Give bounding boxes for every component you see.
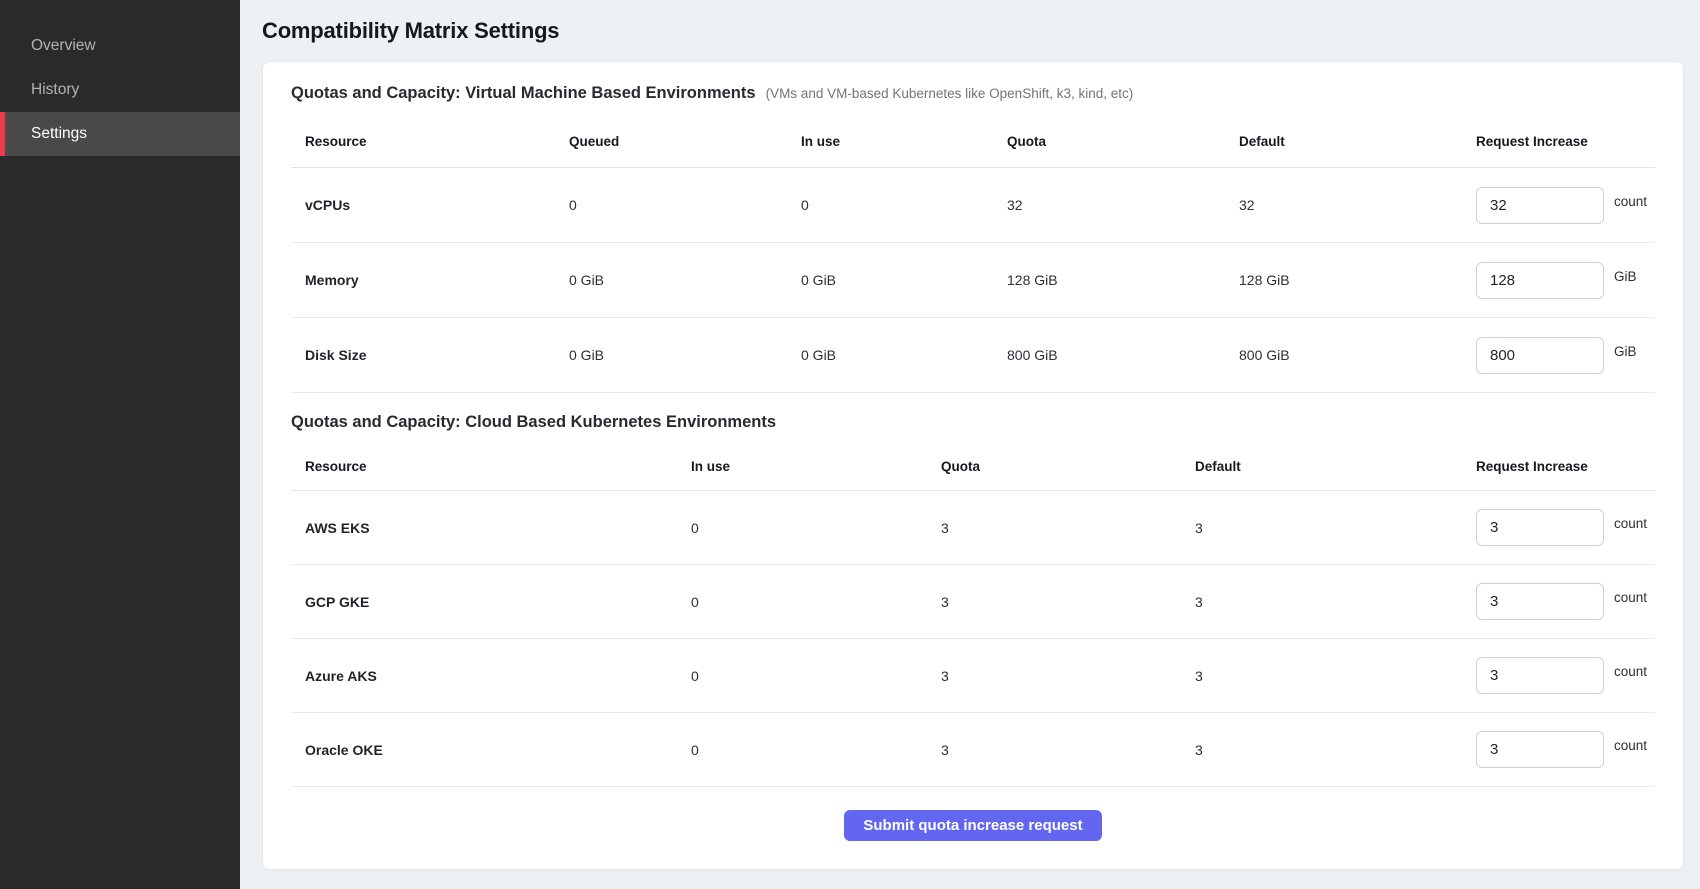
column-header-in-use: In use: [691, 459, 941, 474]
vm-section-title: Quotas and Capacity: Virtual Machine Bas…: [291, 84, 756, 103]
unit-label: count: [1614, 194, 1647, 209]
vm-section-header: Quotas and Capacity: Virtual Machine Bas…: [291, 84, 1655, 106]
resource-cell: Azure AKS: [291, 668, 691, 684]
column-header-default: Default: [1239, 134, 1476, 149]
queued-cell: 0: [569, 197, 801, 213]
default-cell: 32: [1239, 197, 1476, 213]
unit-label: count: [1614, 738, 1647, 753]
gcp-gke-request-input[interactable]: [1476, 583, 1604, 620]
resource-cell: Memory: [291, 272, 569, 288]
quota-cell: 3: [941, 594, 1195, 610]
column-header-resource: Resource: [291, 459, 691, 474]
default-cell: 3: [1195, 520, 1476, 536]
table-row-gcp-gke: GCP GKE 0 3 3 count: [291, 565, 1655, 639]
disk-size-request-input[interactable]: [1476, 337, 1604, 374]
queued-cell: 0 GiB: [569, 272, 801, 288]
resource-cell: AWS EKS: [291, 520, 691, 536]
quota-cell: 3: [941, 520, 1195, 536]
table-row-disk-size: Disk Size 0 GiB 0 GiB 800 GiB 800 GiB Gi…: [291, 318, 1655, 393]
table-row-oracle-oke: Oracle OKE 0 3 3 count: [291, 713, 1655, 787]
default-cell: 3: [1195, 594, 1476, 610]
default-cell: 3: [1195, 668, 1476, 684]
resource-cell: GCP GKE: [291, 594, 691, 610]
page-title: Compatibility Matrix Settings: [262, 18, 1684, 44]
default-cell: 800 GiB: [1239, 347, 1476, 363]
quota-cell: 128 GiB: [1007, 272, 1239, 288]
in-use-cell: 0: [691, 742, 941, 758]
quota-cell: 800 GiB: [1007, 347, 1239, 363]
request-increase-cell: count: [1476, 509, 1655, 546]
request-increase-cell: count: [1476, 657, 1655, 694]
submit-quota-increase-button[interactable]: Submit quota increase request: [844, 810, 1101, 841]
submit-button-area: Submit quota increase request: [291, 787, 1655, 863]
table-row-azure-aks: Azure AKS 0 3 3 count: [291, 639, 1655, 713]
in-use-cell: 0 GiB: [801, 272, 1007, 288]
request-increase-cell: count: [1476, 583, 1655, 620]
quota-cell: 32: [1007, 197, 1239, 213]
oracle-oke-request-input[interactable]: [1476, 731, 1604, 768]
unit-label: GiB: [1614, 269, 1637, 284]
quota-settings-card: Quotas and Capacity: Virtual Machine Bas…: [262, 61, 1684, 870]
quota-cell: 3: [941, 742, 1195, 758]
memory-request-input[interactable]: [1476, 262, 1604, 299]
resource-cell: Disk Size: [291, 347, 569, 363]
request-increase-cell: GiB: [1476, 262, 1655, 299]
unit-label: count: [1614, 664, 1647, 679]
in-use-cell: 0 GiB: [801, 347, 1007, 363]
in-use-cell: 0: [691, 668, 941, 684]
vm-section-subtitle: (VMs and VM-based Kubernetes like OpenSh…: [766, 86, 1134, 101]
in-use-cell: 0: [691, 594, 941, 610]
resource-cell: vCPUs: [291, 197, 569, 213]
sidebar-item-overview[interactable]: Overview: [0, 24, 240, 68]
azure-aks-request-input[interactable]: [1476, 657, 1604, 694]
in-use-cell: 0: [691, 520, 941, 536]
column-header-request-increase: Request Increase: [1476, 459, 1655, 474]
column-header-in-use: In use: [801, 134, 1007, 149]
quota-cell: 3: [941, 668, 1195, 684]
queued-cell: 0 GiB: [569, 347, 801, 363]
request-increase-cell: count: [1476, 187, 1655, 224]
table-row-memory: Memory 0 GiB 0 GiB 128 GiB 128 GiB GiB: [291, 243, 1655, 318]
column-header-quota: Quota: [1007, 134, 1239, 149]
request-increase-cell: GiB: [1476, 337, 1655, 374]
table-row-vcpus: vCPUs 0 0 32 32 count: [291, 168, 1655, 243]
vcpus-request-input[interactable]: [1476, 187, 1604, 224]
unit-label: GiB: [1614, 344, 1637, 359]
k8s-section-title: Quotas and Capacity: Cloud Based Kuberne…: [291, 413, 776, 432]
column-header-quota: Quota: [941, 459, 1195, 474]
request-increase-cell: count: [1476, 731, 1655, 768]
column-header-resource: Resource: [291, 134, 569, 149]
sidebar-item-settings[interactable]: Settings: [0, 112, 240, 156]
sidebar-item-history[interactable]: History: [0, 68, 240, 112]
main-content: Compatibility Matrix Settings Quotas and…: [240, 0, 1700, 889]
aws-eks-request-input[interactable]: [1476, 509, 1604, 546]
resource-cell: Oracle OKE: [291, 742, 691, 758]
column-header-default: Default: [1195, 459, 1476, 474]
column-header-queued: Queued: [569, 134, 801, 149]
in-use-cell: 0: [801, 197, 1007, 213]
k8s-section-header: Quotas and Capacity: Cloud Based Kuberne…: [291, 413, 1655, 435]
column-header-request-increase: Request Increase: [1476, 134, 1655, 149]
unit-label: count: [1614, 516, 1647, 531]
k8s-table-header: Resource In use Quota Default Request In…: [291, 435, 1655, 491]
sidebar: Overview History Settings: [0, 0, 240, 889]
default-cell: 3: [1195, 742, 1476, 758]
unit-label: count: [1614, 590, 1647, 605]
table-row-aws-eks: AWS EKS 0 3 3 count: [291, 491, 1655, 565]
default-cell: 128 GiB: [1239, 272, 1476, 288]
vm-table-header: Resource Queued In use Quota Default Req…: [291, 106, 1655, 168]
